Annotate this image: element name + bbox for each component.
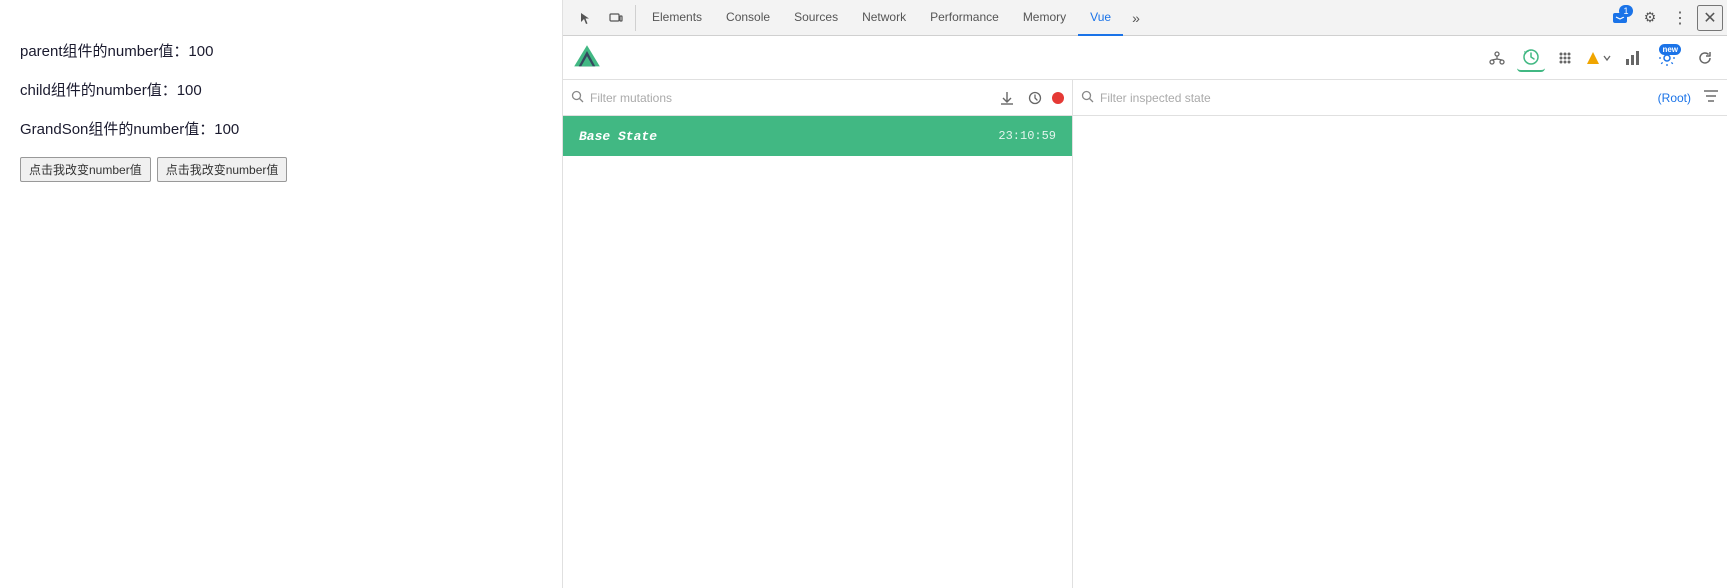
vertical-dots-icon: ⋮ [1672, 8, 1688, 28]
vue-toolbar: new [563, 36, 1727, 80]
vue-devtools-content: new [563, 36, 1727, 588]
mutations-filter-bar [563, 80, 1072, 116]
state-content-area [1073, 116, 1727, 588]
change-number-btn-1[interactable]: 点击我改变number值 [20, 157, 151, 182]
tab-elements[interactable]: Elements [640, 0, 714, 36]
messages-badge-btn[interactable]: 1 [1607, 5, 1633, 31]
performance-btn[interactable] [1619, 44, 1647, 72]
mutation-name: Base State [579, 129, 998, 144]
mutation-item-base-state[interactable]: Base State 23:10:59 [563, 116, 1072, 156]
vue-settings-btn[interactable]: new [1653, 44, 1681, 72]
mutations-filter-input[interactable] [590, 91, 990, 105]
mutations-search-icon [571, 90, 584, 106]
close-icon: ✕ [1703, 8, 1716, 28]
time-travel-btn[interactable] [1517, 44, 1545, 72]
devtools-tabs-bar: Elements Console Sources Network Perform… [563, 0, 1727, 36]
record-dot[interactable] [1052, 92, 1064, 104]
tab-vue[interactable]: Vue [1078, 0, 1123, 36]
tab-memory[interactable]: Memory [1011, 0, 1078, 36]
mutations-clock-btn[interactable] [1024, 87, 1046, 109]
grandson-number-text: GrandSon组件的number值：100 [20, 118, 542, 139]
cursor-icon[interactable] [573, 5, 599, 31]
route-btn[interactable] [1585, 44, 1613, 72]
state-search-icon [1081, 90, 1094, 106]
mutation-time: 23:10:59 [998, 129, 1056, 143]
web-page-content: parent组件的number值：100 child组件的number值：100… [0, 0, 563, 588]
more-tabs-btn[interactable]: » [1123, 5, 1149, 31]
vue-logo [571, 42, 603, 74]
mutation-list: Base State 23:10:59 [563, 116, 1072, 588]
component-tree-btn[interactable] [1483, 44, 1511, 72]
mutations-filter-actions [996, 87, 1064, 109]
refresh-btn[interactable] [1691, 44, 1719, 72]
devtools-right-icons: 1 ⚙ ⋮ ✕ [1607, 5, 1723, 31]
gear-icon: ⚙ [1644, 9, 1657, 26]
parent-number-text: parent组件的number值：100 [20, 40, 542, 61]
more-options-btn[interactable]: ⋮ [1667, 5, 1693, 31]
tab-network[interactable]: Network [850, 0, 918, 36]
button-group: 点击我改变number值 点击我改变number值 [20, 157, 542, 182]
state-filter-input[interactable] [1100, 91, 1652, 105]
change-number-btn-2[interactable]: 点击我改变number值 [157, 157, 288, 182]
tab-sources[interactable]: Sources [782, 0, 850, 36]
devtools-panel: Elements Console Sources Network Perform… [563, 0, 1727, 588]
tab-performance[interactable]: Performance [918, 0, 1011, 36]
new-badge: new [1659, 44, 1681, 55]
mutations-panel: Base State 23:10:59 [563, 80, 1073, 588]
child-number-text: child组件的number值：100 [20, 79, 542, 100]
message-count-badge: 1 [1619, 5, 1633, 17]
mutations-download-btn[interactable] [996, 87, 1018, 109]
component-dots-btn[interactable] [1551, 44, 1579, 72]
close-devtools-btn[interactable]: ✕ [1697, 5, 1723, 31]
settings-btn[interactable]: ⚙ [1637, 5, 1663, 31]
tab-console[interactable]: Console [714, 0, 782, 36]
device-toggle-icon[interactable] [603, 5, 629, 31]
state-root-label[interactable]: (Root) [1658, 91, 1691, 105]
state-filter-bar: (Root) [1073, 80, 1727, 116]
devtools-left-icons [567, 5, 636, 31]
state-filter-lines-icon[interactable] [1703, 89, 1719, 106]
state-panel: (Root) [1073, 80, 1727, 588]
vue-main-area: Base State 23:10:59 (Root) [563, 80, 1727, 588]
